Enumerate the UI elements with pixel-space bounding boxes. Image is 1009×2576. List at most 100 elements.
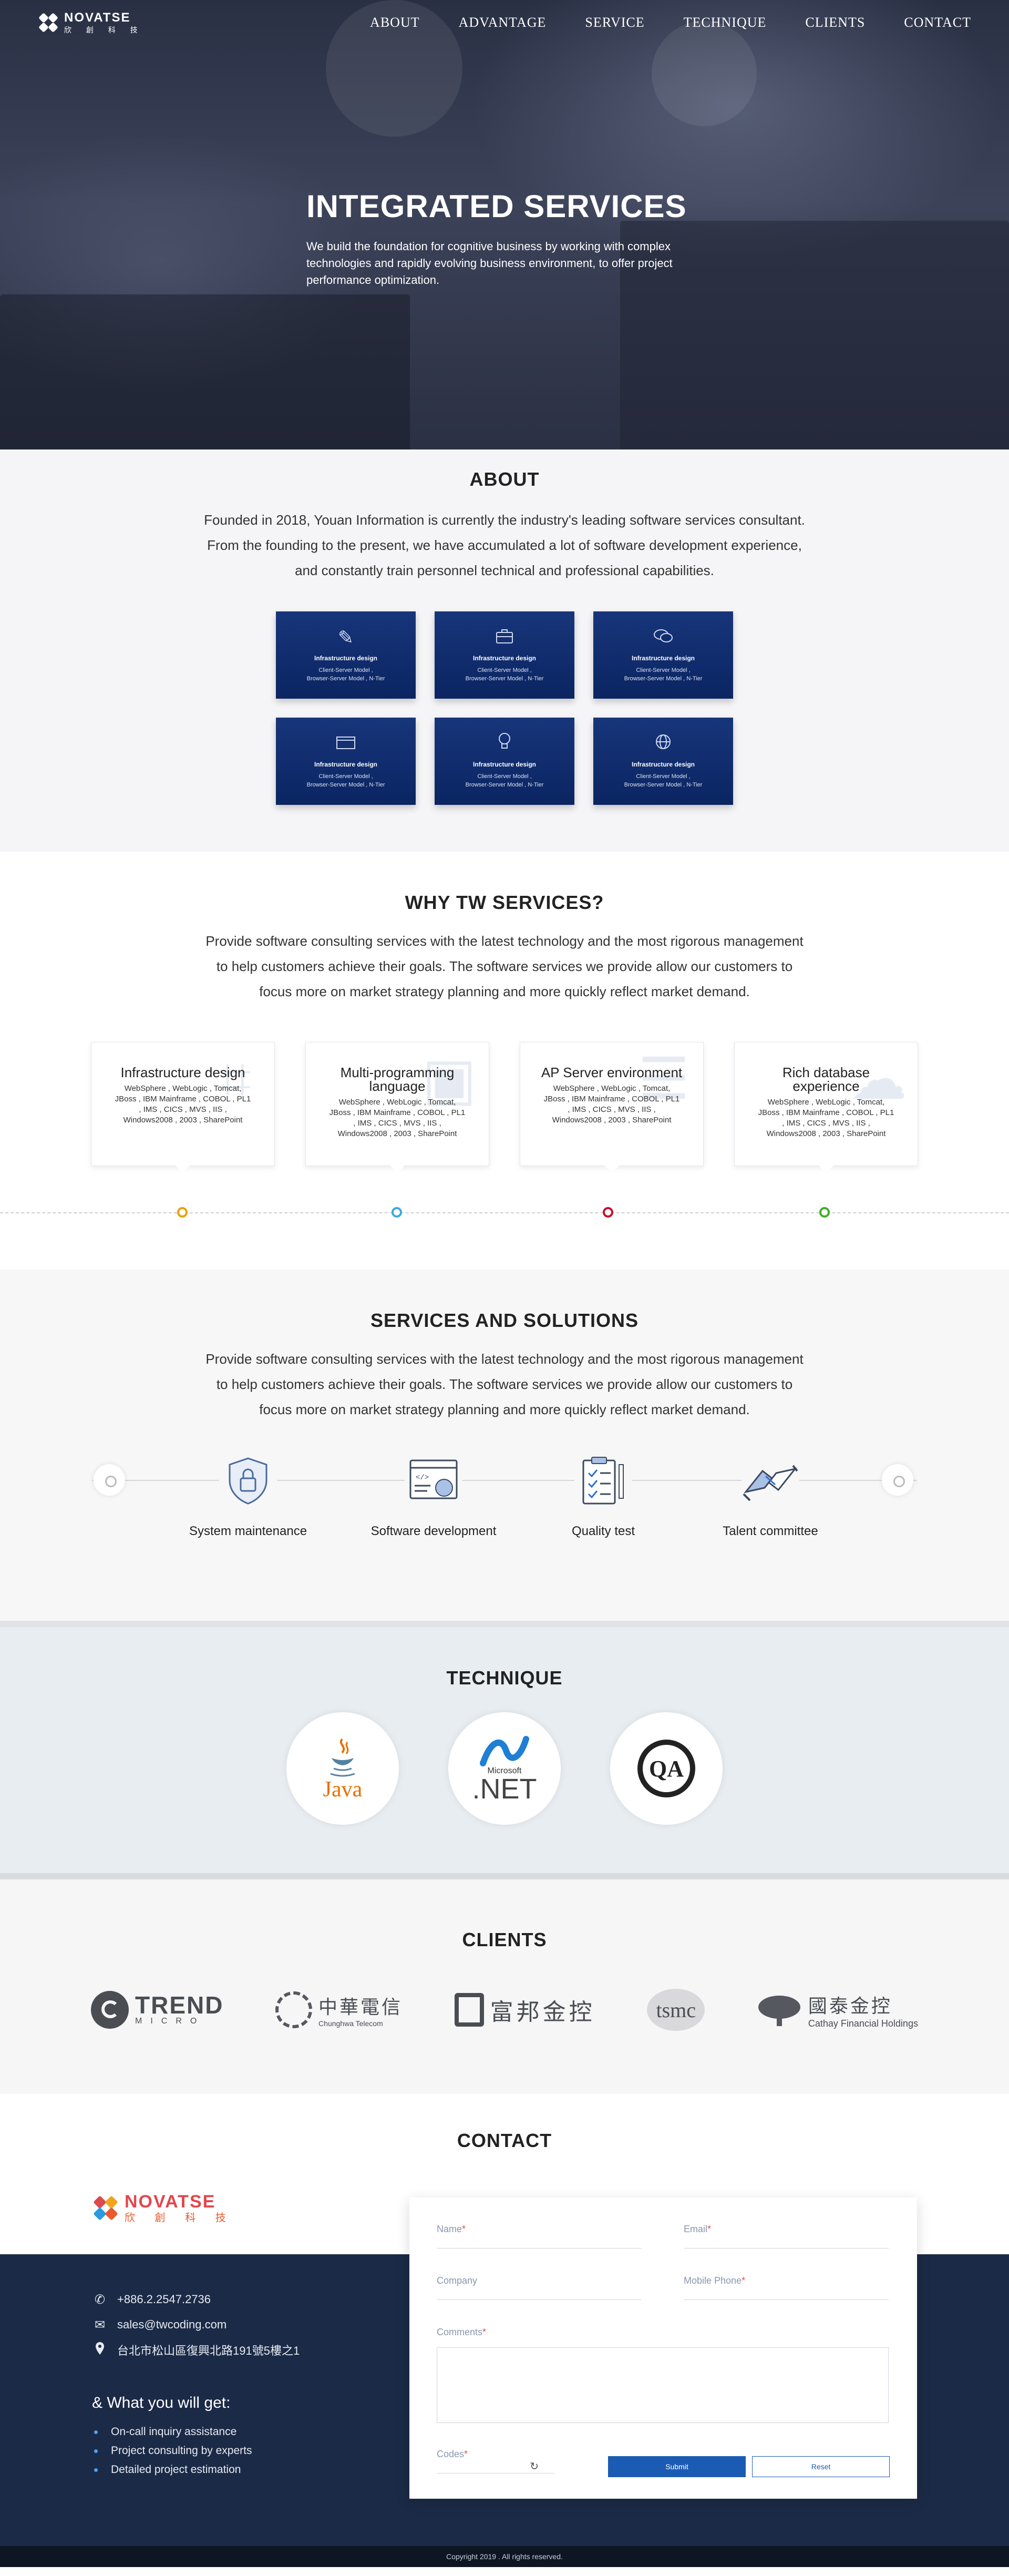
company-field: Company bbox=[437, 2275, 642, 2327]
contact-email-row: ✉ sales@twcoding.com bbox=[92, 2312, 300, 2337]
email-input[interactable] bbox=[684, 2235, 889, 2247]
fubon-wordmark: 富邦金控 bbox=[490, 1999, 595, 2025]
about-description: Founded in 2018, Youan Information is cu… bbox=[173, 507, 836, 583]
nav-contact[interactable]: CONTACT bbox=[904, 15, 971, 30]
clients-title: CLIENTS bbox=[462, 1929, 547, 1950]
hero-text: INTEGRATED SERVICES We build the foundat… bbox=[306, 188, 716, 289]
about-card[interactable]: Infrastructure design Client-Server Mode… bbox=[593, 718, 733, 805]
why-card[interactable]: ☁ Rich database experience WebSphere , W… bbox=[734, 1042, 918, 1173]
contact-phone[interactable]: +886.2.2547.2736 bbox=[117, 2293, 211, 2306]
why-description: Provide software consulting services wit… bbox=[173, 928, 836, 1004]
service-item[interactable]: </> Software development bbox=[360, 1451, 507, 1539]
client-chunghwa[interactable]: 中華電信 Chunghwa Telecom bbox=[275, 1991, 403, 2028]
tech-qa[interactable]: QA bbox=[610, 1712, 723, 1825]
svg-text:</>: </> bbox=[416, 1474, 429, 1482]
why-card[interactable]: ☰ AP Server environment WebSphere , WebL… bbox=[520, 1042, 704, 1173]
contact-info: ✆ +886.2.2547.2736 ✉ sales@twcoding.com … bbox=[92, 2287, 300, 2479]
what-you-get-list: On-call inquiry assistance Project consu… bbox=[92, 2422, 300, 2479]
logo-name: NOVATSE bbox=[64, 11, 131, 25]
timeline-dot[interactable] bbox=[177, 1207, 188, 1218]
about-line: Founded in 2018, Youan Information is cu… bbox=[204, 512, 805, 528]
comments-input[interactable] bbox=[437, 2347, 889, 2423]
tech-dotnet[interactable]: Microsoft .NET bbox=[448, 1712, 561, 1825]
service-label: Quality test bbox=[571, 1524, 635, 1538]
java-wordmark: Java bbox=[323, 1777, 363, 1802]
trend-sub: MICRO bbox=[135, 2017, 205, 2026]
services-next-button[interactable] bbox=[882, 1464, 913, 1496]
client-fubon[interactable]: 富邦金控 bbox=[454, 1993, 595, 2027]
services-prev-button[interactable] bbox=[94, 1464, 125, 1496]
about-card-title: Infrastructure design bbox=[314, 655, 378, 662]
about-card-title: Infrastructure design bbox=[631, 655, 695, 662]
about-card-line: Client-Server Model , bbox=[477, 773, 532, 780]
contact-title: CONTACT bbox=[457, 2130, 552, 2151]
about-card-title: Infrastructure design bbox=[631, 761, 695, 768]
about-card[interactable]: Infrastructure design Client-Server Mode… bbox=[435, 718, 574, 805]
globe-icon bbox=[593, 732, 733, 755]
reset-button[interactable]: Reset bbox=[752, 2456, 890, 2477]
why-card-title: Rich database experience bbox=[782, 1065, 870, 1094]
nav-technique[interactable]: TECHNIQUE bbox=[684, 15, 767, 30]
technique-section: TECHNIQUE Java Microsoft .NET QA bbox=[0, 1627, 1009, 1879]
contact-address-row: 台北市松山區復興北路191號5樓之1 bbox=[92, 2337, 300, 2363]
why-line: focus more on market strategy planning a… bbox=[259, 984, 750, 999]
client-tsmc[interactable]: tsmc bbox=[647, 1989, 705, 2031]
tsmc-icon: tsmc bbox=[647, 1989, 705, 2031]
why-line: to help customers achieve their goals. T… bbox=[216, 958, 793, 974]
top-nav: NOVATSE 欣 創 科 技 ABOUT ADVANTAGE SERVICE … bbox=[0, 0, 1009, 45]
refresh-code-icon[interactable]: ↻ bbox=[530, 2460, 539, 2473]
company-input[interactable] bbox=[437, 2286, 642, 2299]
about-title: ABOUT bbox=[469, 468, 540, 490]
timeline-dot[interactable] bbox=[819, 1207, 830, 1218]
java-cup-icon bbox=[330, 1738, 355, 1777]
why-card[interactable]: ▣ Multi-programming language WebSphere ,… bbox=[305, 1042, 489, 1173]
company-label: Company bbox=[437, 2275, 478, 2286]
nav-service[interactable]: SERVICE bbox=[585, 15, 644, 30]
about-card[interactable]: Infrastructure design Client-Server Mode… bbox=[593, 611, 733, 699]
name-input[interactable] bbox=[437, 2235, 642, 2247]
lightbulb-icon bbox=[435, 732, 574, 755]
nav-clients[interactable]: CLIENTS bbox=[805, 15, 865, 30]
about-card[interactable]: Infrastructure design Client-Server Mode… bbox=[276, 718, 416, 805]
nav-advantage[interactable]: ADVANTAGE bbox=[459, 15, 547, 30]
service-item[interactable]: Talent committee bbox=[697, 1451, 844, 1539]
services-track: System maintenance </> Software developm… bbox=[0, 1451, 1009, 1609]
about-card-line: Browser-Server Model , N-Tier bbox=[624, 782, 703, 788]
submit-button[interactable]: Submit bbox=[608, 2456, 746, 2477]
about-card-title: Infrastructure design bbox=[472, 655, 537, 662]
client-trend-micro[interactable]: TREND MICRO bbox=[91, 1991, 223, 2029]
service-item[interactable]: Quality test bbox=[530, 1451, 677, 1539]
mobile-field: Mobile Phone* bbox=[684, 2275, 889, 2327]
email-label: Email bbox=[684, 2224, 708, 2234]
about-card[interactable]: Infrastructure design Client-Server Mode… bbox=[435, 611, 574, 699]
footer: Copyright 2019 . All rights reserved. bbox=[0, 2546, 1009, 2567]
why-card-text: WebSphere , WebLogic , Tomcat, JBoss , I… bbox=[329, 1098, 466, 1138]
service-item[interactable]: System maintenance bbox=[174, 1451, 322, 1539]
about-card-line: Browser-Server Model , N-Tier bbox=[465, 782, 544, 788]
contact-email[interactable]: sales@twcoding.com bbox=[117, 2318, 226, 2332]
why-timeline bbox=[0, 1212, 1009, 1213]
services-description: Provide software consulting services wit… bbox=[173, 1346, 836, 1422]
qa-badge-icon: QA bbox=[637, 1740, 695, 1797]
about-card[interactable]: ✎ Infrastructure design Client-Server Mo… bbox=[276, 611, 416, 699]
why-card-text: WebSphere , WebLogic , Tomcat, JBoss , I… bbox=[543, 1084, 680, 1125]
about-card-line: Client-Server Model , bbox=[318, 773, 373, 780]
contact-logo[interactable]: NOVATSE 欣 創 科 技 bbox=[92, 2193, 234, 2223]
mail-icon: ✉ bbox=[94, 2317, 106, 2332]
timeline-dot[interactable] bbox=[603, 1207, 613, 1218]
hero-bg-desk bbox=[0, 294, 410, 449]
mobile-input[interactable] bbox=[684, 2286, 889, 2299]
timeline-dot[interactable] bbox=[392, 1207, 402, 1218]
list-item: On-call inquiry assistance bbox=[92, 2422, 300, 2441]
about-card-title: Infrastructure design bbox=[314, 761, 378, 768]
tech-java[interactable]: Java bbox=[286, 1712, 399, 1825]
services-line: to help customers achieve their goals. T… bbox=[216, 1376, 793, 1392]
logo[interactable]: NOVATSE 欣 創 科 技 bbox=[38, 12, 144, 34]
client-cathay[interactable]: 國泰金控 Cathay Financial Holdings bbox=[757, 1991, 918, 2029]
why-card[interactable]: ⌗ Infrastructure design WebSphere , WebL… bbox=[91, 1042, 275, 1173]
about-line: and constantly train personnel technical… bbox=[295, 563, 714, 578]
nav-about[interactable]: ABOUT bbox=[370, 15, 420, 30]
logo-subtitle: 欣 創 科 技 bbox=[64, 26, 144, 34]
codes-label: Codes bbox=[437, 2449, 465, 2459]
name-label: Name bbox=[437, 2224, 462, 2234]
